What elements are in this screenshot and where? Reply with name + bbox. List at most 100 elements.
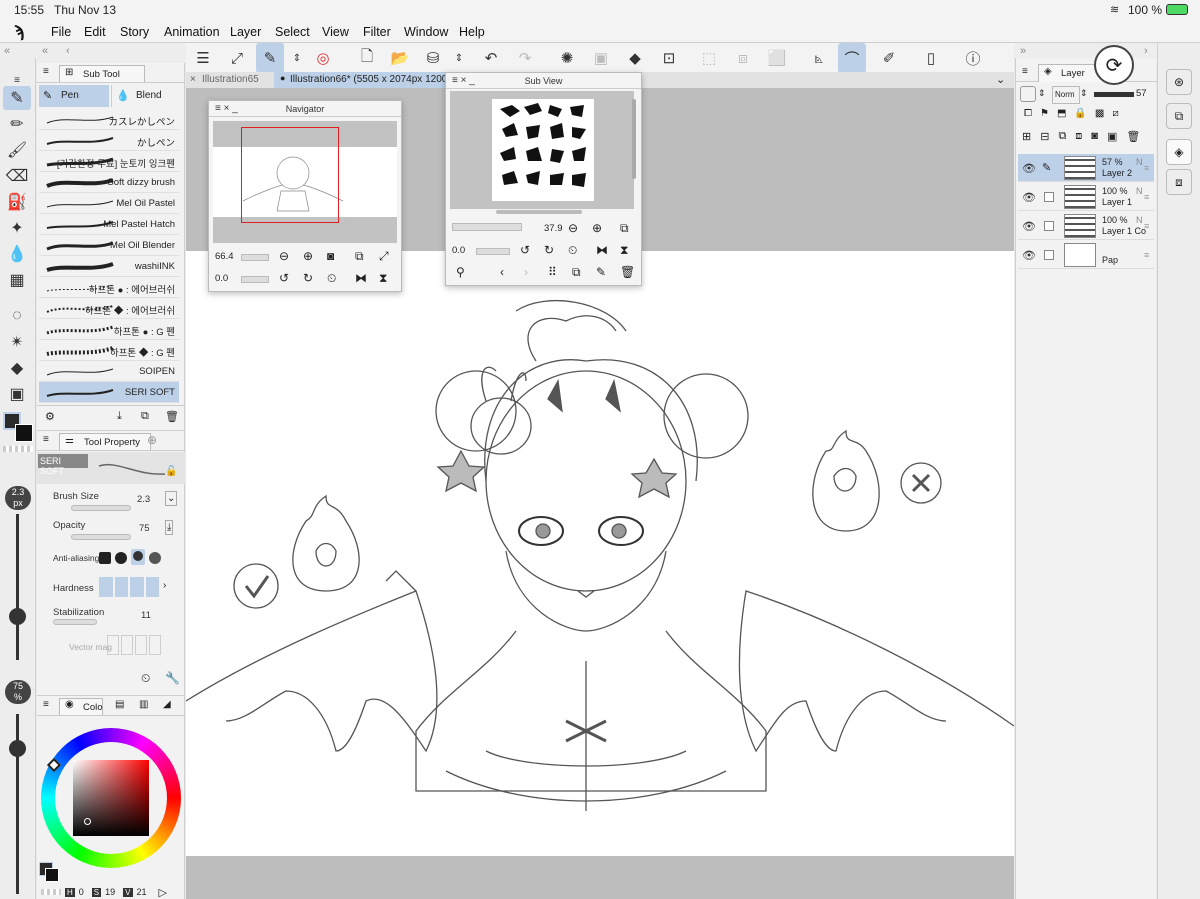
- visibility-eye-icon[interactable]: 👁: [1022, 191, 1036, 204]
- pencil-tool-icon[interactable]: ✏: [3, 112, 31, 136]
- chevron-left-icon[interactable]: ‹: [66, 45, 70, 57]
- stabilization-value[interactable]: 11: [141, 610, 151, 621]
- navigator-view-rect[interactable]: [241, 127, 339, 223]
- fit-icon[interactable]: ⧉: [620, 221, 629, 236]
- visibility-eye-icon[interactable]: 👁: [1022, 249, 1036, 262]
- decoration-tool-icon[interactable]: ✦: [3, 216, 31, 240]
- new-canvas-icon[interactable]: 🗋: [356, 47, 378, 69]
- chevron-right-icon[interactable]: ›: [163, 580, 166, 591]
- trash-icon[interactable]: 🗑: [620, 265, 635, 279]
- navigator-dock-icon[interactable]: ⊛: [1166, 69, 1192, 95]
- subview-scrollbar[interactable]: [632, 99, 636, 179]
- stabilization-slider[interactable]: [53, 619, 97, 625]
- brush-item[interactable]: 하프톤 ● : 에어브러쉬: [39, 277, 179, 298]
- sub-color-swatch[interactable]: [15, 424, 33, 442]
- layer-grip-icon[interactable]: ≡: [1144, 192, 1149, 202]
- brush-item[interactable]: Mel Oil Pastel: [39, 193, 179, 214]
- collapse-left-icon[interactable]: «: [4, 45, 10, 57]
- layer-row[interactable]: 👁 100 % N Layer 1 ≡: [1018, 183, 1154, 211]
- subtool-settings-icon[interactable]: ⚙: [45, 410, 55, 423]
- brush-item[interactable]: washiINK: [39, 256, 179, 277]
- blend-mode-select[interactable]: Norm: [1052, 86, 1080, 104]
- layer-grip-icon[interactable]: ≡: [1144, 250, 1149, 260]
- brush-item[interactable]: SOIPEN: [39, 361, 179, 382]
- fit-icon[interactable]: ⧉: [355, 249, 364, 264]
- subview-dock-icon[interactable]: ⧉: [1166, 103, 1192, 129]
- tab-dropdown-icon[interactable]: ⌄: [996, 73, 1005, 86]
- frame-tool-icon[interactable]: ▦: [3, 268, 31, 292]
- lock-icon[interactable]: 🔓: [165, 466, 177, 477]
- mini-sub-color[interactable]: [45, 868, 59, 882]
- panel-menu-icon[interactable]: ≡: [43, 66, 49, 77]
- close-panel-icon[interactable]: ≡ × _: [452, 73, 475, 89]
- brush-item[interactable]: かしペン: [39, 130, 179, 151]
- approximate-color-icon[interactable]: ◢: [163, 699, 171, 710]
- menu-story[interactable]: Story: [120, 25, 149, 39]
- menu-layer[interactable]: Layer: [230, 25, 261, 39]
- rotate-left-icon[interactable]: ↺: [520, 243, 530, 257]
- brush-item[interactable]: 하프톤 ◆ : 에어브러쉬: [39, 298, 179, 319]
- intermediate-color-icon[interactable]: ▥: [139, 699, 148, 710]
- reset-rotation-icon[interactable]: ⏲: [327, 271, 336, 286]
- brush-item[interactable]: 하프톤 ◆ : G 펜: [39, 340, 179, 361]
- quick-access-icon[interactable]: ✎: [256, 43, 284, 73]
- collapse-left-icon-2[interactable]: «: [42, 45, 48, 57]
- previous-image-icon[interactable]: ‹: [500, 265, 504, 279]
- layer-checkbox[interactable]: [1044, 250, 1054, 260]
- visibility-eye-icon[interactable]: 👁: [1022, 220, 1036, 233]
- layer-row[interactable]: 👁 100 % N Layer 1 Co ≡: [1018, 212, 1154, 240]
- edit-icon[interactable]: ✎: [596, 265, 606, 279]
- flip-horizontal-icon[interactable]: ⧓: [355, 271, 367, 285]
- chevron-updown-icon-2[interactable]: ⇕: [448, 47, 470, 69]
- layer-property-dock-icon[interactable]: ⧈: [1166, 169, 1192, 195]
- zoom-out-icon[interactable]: ⊖: [279, 249, 289, 263]
- fill-icon[interactable]: ◆: [624, 47, 646, 69]
- brush-size-slider[interactable]: [71, 505, 131, 511]
- import-image-icon[interactable]: ⧉: [572, 265, 581, 280]
- eyedropper-icon[interactable]: ⚲: [456, 265, 465, 279]
- selection-frame-icon[interactable]: ⬜: [766, 47, 788, 69]
- brush-size-value[interactable]: 2.3: [137, 494, 150, 505]
- reference-icon[interactable]: ⚑: [1040, 108, 1049, 128]
- navigator-zoom-value[interactable]: 66.4: [215, 251, 269, 265]
- brush-item[interactable]: SERI SOFT: [39, 382, 179, 403]
- layer-checkbox[interactable]: [1044, 221, 1054, 231]
- lasso-tool-icon[interactable]: ◌: [3, 304, 31, 328]
- open-folder-icon[interactable]: 📂: [389, 47, 411, 69]
- navigator-preview[interactable]: [213, 121, 397, 243]
- eraser-tool-icon[interactable]: ⌫: [3, 164, 31, 188]
- saturation-value-square[interactable]: [73, 760, 149, 836]
- layer-row[interactable]: 👁 Pap ≡: [1018, 241, 1154, 269]
- expand-right-icon[interactable]: »: [1020, 45, 1026, 57]
- import-icon[interactable]: ⤓: [117, 410, 122, 423]
- gradient-tool-icon[interactable]: ▣: [3, 382, 31, 406]
- rotate-screen-icon[interactable]: ⟳: [1094, 45, 1134, 85]
- new-folder-icon[interactable]: ⊟: [1040, 130, 1049, 150]
- navigator-angle-value[interactable]: 0.0: [215, 273, 269, 287]
- layer-grip-icon[interactable]: ≡: [1144, 221, 1149, 231]
- subview-zoom-value[interactable]: 37.9: [544, 223, 563, 234]
- subview-angle-value[interactable]: 0.0: [452, 245, 510, 259]
- deselect-icon[interactable]: ⬚: [698, 47, 720, 69]
- brush-item[interactable]: カスレかしペン: [39, 109, 179, 130]
- clip-icon[interactable]: ⧠: [1024, 108, 1032, 128]
- hamburger-menu-icon[interactable]: ☰: [192, 47, 214, 69]
- subview-preview[interactable]: [450, 91, 634, 209]
- canvas-paper[interactable]: [185, 251, 1015, 856]
- size-slider-track[interactable]: [16, 514, 19, 660]
- reset-rotation-icon[interactable]: ⏲: [568, 243, 577, 258]
- transform-icon[interactable]: ⊡: [658, 47, 680, 69]
- menu-filter[interactable]: Filter: [363, 25, 391, 39]
- zoom-in-icon[interactable]: ⊕: [303, 249, 313, 263]
- vector-magnet-selector[interactable]: [107, 635, 161, 655]
- layer-checkbox[interactable]: [1044, 192, 1054, 202]
- zoom-out-icon[interactable]: ⊖: [568, 221, 578, 235]
- size-dropdown-icon[interactable]: ⌄: [165, 491, 178, 506]
- transfer-down-icon[interactable]: ⧉: [1058, 130, 1066, 150]
- subview-hscrollbar[interactable]: [496, 210, 582, 214]
- layer-dock-icon[interactable]: ◈: [1166, 139, 1192, 165]
- menu-file[interactable]: File: [51, 25, 71, 39]
- smartphone-icon[interactable]: ▯: [920, 47, 942, 69]
- apply-mask-icon[interactable]: ▣: [1107, 130, 1117, 150]
- loading-icon[interactable]: ✺: [556, 47, 578, 69]
